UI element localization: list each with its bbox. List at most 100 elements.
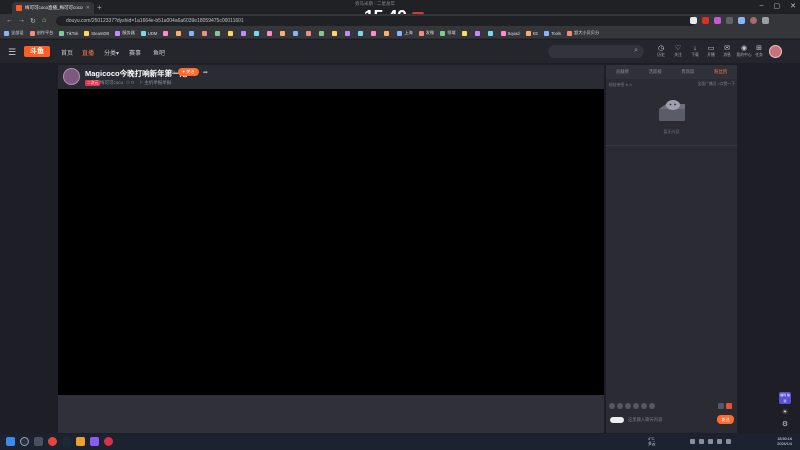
bookmark-item[interactable] xyxy=(241,30,248,36)
bookmark-item[interactable]: 发微 xyxy=(418,30,434,36)
back-icon[interactable]: ← xyxy=(6,17,13,24)
more-icon[interactable] xyxy=(649,403,655,409)
extension-icon[interactable] xyxy=(726,17,733,24)
search-box[interactable]: ⌕ xyxy=(548,45,644,58)
app-icon[interactable] xyxy=(104,437,113,446)
welfare-badge[interactable]: 福利 抽奖 xyxy=(779,392,791,404)
weather-widget[interactable]: 4°C 多云 xyxy=(648,437,656,447)
search-icon[interactable]: ⌕ xyxy=(634,47,638,55)
header-tasks[interactable]: ⊞ 任务 xyxy=(749,44,769,58)
bookmark-item[interactable] xyxy=(371,30,378,36)
chevron-up-icon[interactable] xyxy=(690,439,695,444)
barrage-toggle[interactable] xyxy=(610,417,624,423)
tab-fanclub[interactable]: 粉丝团 xyxy=(704,65,737,79)
language-icon[interactable] xyxy=(726,439,731,444)
new-tab-icon[interactable]: + xyxy=(97,3,102,12)
bookmark-item[interactable]: 服务器 xyxy=(115,30,135,36)
bookmark-item[interactable] xyxy=(189,30,196,36)
bookmark-item[interactable] xyxy=(215,30,222,36)
bookmark-item[interactable]: KE xyxy=(525,30,538,36)
bookmark-item[interactable] xyxy=(267,30,274,36)
bookmark-item[interactable]: 领域 xyxy=(440,30,456,36)
category-tag[interactable]: 二次元 xyxy=(85,80,101,86)
bookmark-item[interactable] xyxy=(306,30,313,36)
bookmark-item[interactable] xyxy=(228,30,235,36)
url-field[interactable]: douyu.com/25012337?dyshid=1a1664e-b51a00… xyxy=(56,16,696,26)
close-tab-icon[interactable]: ✕ xyxy=(86,5,90,11)
bookmark-item[interactable]: 上海 xyxy=(397,30,413,36)
bookmark-item[interactable] xyxy=(345,30,352,36)
bookmark-item[interactable] xyxy=(461,30,469,36)
report-link[interactable]: ⚐ 主机举报举报 xyxy=(139,80,171,86)
home-icon[interactable]: ⌂ xyxy=(42,17,46,24)
bookmark-item[interactable]: 超大小贝贝分 xyxy=(567,30,599,36)
fan-broadcast-link[interactable]: 全面广播员 >点赞一下 xyxy=(698,82,735,87)
hamburger-menu-icon[interactable]: ☰ xyxy=(8,47,16,58)
extension-icon[interactable] xyxy=(702,17,709,24)
fans-icon[interactable] xyxy=(641,403,647,409)
bookmark-item[interactable]: 创作平台 xyxy=(29,30,53,36)
settings-icon[interactable] xyxy=(633,403,639,409)
maximize-icon[interactable]: ▢ xyxy=(774,2,781,10)
chat-input[interactable] xyxy=(628,414,712,425)
tab-vip[interactable]: 贵宾席 xyxy=(672,65,705,79)
tab-active[interactable]: 活跃榜 xyxy=(639,65,672,79)
nav-esports[interactable]: 赛事 xyxy=(129,48,141,57)
system-clock[interactable]: 18:50:16 2024/1/4 xyxy=(766,437,792,447)
bookmark-item[interactable] xyxy=(487,30,495,36)
emoji-icon[interactable] xyxy=(609,403,615,409)
bookmark-item[interactable]: SteamDB xyxy=(84,30,109,36)
extension-icon[interactable] xyxy=(714,17,721,24)
barrage-icon[interactable] xyxy=(625,403,631,409)
bookmark-item[interactable] xyxy=(163,30,170,36)
nav-forum[interactable]: 鱼吧 xyxy=(153,48,165,57)
host-avatar[interactable] xyxy=(63,68,80,85)
bookmark-item[interactable] xyxy=(319,30,326,36)
lock-icon[interactable] xyxy=(718,403,724,409)
video-player[interactable] xyxy=(58,89,604,395)
tab-contribution[interactable]: 贡献榜 xyxy=(606,65,639,79)
bookmark-item[interactable] xyxy=(202,30,209,36)
extension-icon[interactable] xyxy=(738,17,745,24)
minimize-icon[interactable]: – xyxy=(760,2,764,10)
nav-category[interactable]: 分类▾ xyxy=(104,48,119,57)
bookmark-item[interactable] xyxy=(293,30,300,36)
nav-home[interactable]: 首页 xyxy=(61,48,73,57)
host-name[interactable]: 梅可可coco xyxy=(100,80,123,86)
bookmark-item[interactable]: TikTok xyxy=(59,30,78,36)
bookmark-item[interactable] xyxy=(280,30,287,36)
send-button[interactable]: 发送 xyxy=(717,415,734,424)
bookmark-item[interactable] xyxy=(254,30,261,36)
windows-start-icon[interactable] xyxy=(6,437,15,446)
bookmark-item[interactable] xyxy=(474,30,482,36)
steam-icon[interactable] xyxy=(62,437,71,446)
refresh-icon[interactable]: ↻ xyxy=(170,69,175,76)
bookmark-item[interactable]: Squad xyxy=(500,30,520,36)
network-icon[interactable] xyxy=(699,439,704,444)
bookmark-star-icon[interactable] xyxy=(690,17,697,24)
search-icon[interactable] xyxy=(20,437,29,446)
user-avatar[interactable] xyxy=(769,45,782,58)
bookmark-item[interactable] xyxy=(358,30,365,36)
battery-icon[interactable] xyxy=(717,439,722,444)
share-icon[interactable]: ➦ xyxy=(203,69,208,76)
volume-icon[interactable] xyxy=(708,439,713,444)
bookmark-item[interactable]: Tools xyxy=(544,30,561,36)
bookmark-item[interactable] xyxy=(176,30,183,36)
folder-icon[interactable] xyxy=(76,437,85,446)
sun-icon[interactable]: ☀ xyxy=(779,408,791,416)
close-window-icon[interactable]: ✕ xyxy=(790,2,796,10)
bookmark-item[interactable]: 全部设 xyxy=(4,30,24,36)
nav-live[interactable]: 直播 xyxy=(82,48,94,57)
hot-icon[interactable] xyxy=(726,403,732,409)
app-icon[interactable] xyxy=(90,437,99,446)
douyu-logo[interactable]: 斗鱼 xyxy=(24,46,50,57)
forward-icon[interactable]: → xyxy=(18,17,25,24)
gift-icon[interactable] xyxy=(617,403,623,409)
task-view-icon[interactable] xyxy=(34,437,43,446)
browser-tab[interactable]: 梅可可coco直播_梅可可coco视频 ✕ xyxy=(12,2,94,14)
chrome-icon[interactable] xyxy=(48,437,57,446)
bookmark-item[interactable] xyxy=(384,30,391,36)
follow-button[interactable]: ♥ 关注 xyxy=(178,68,199,76)
settings-gear-icon[interactable]: ⚙ xyxy=(779,420,791,428)
